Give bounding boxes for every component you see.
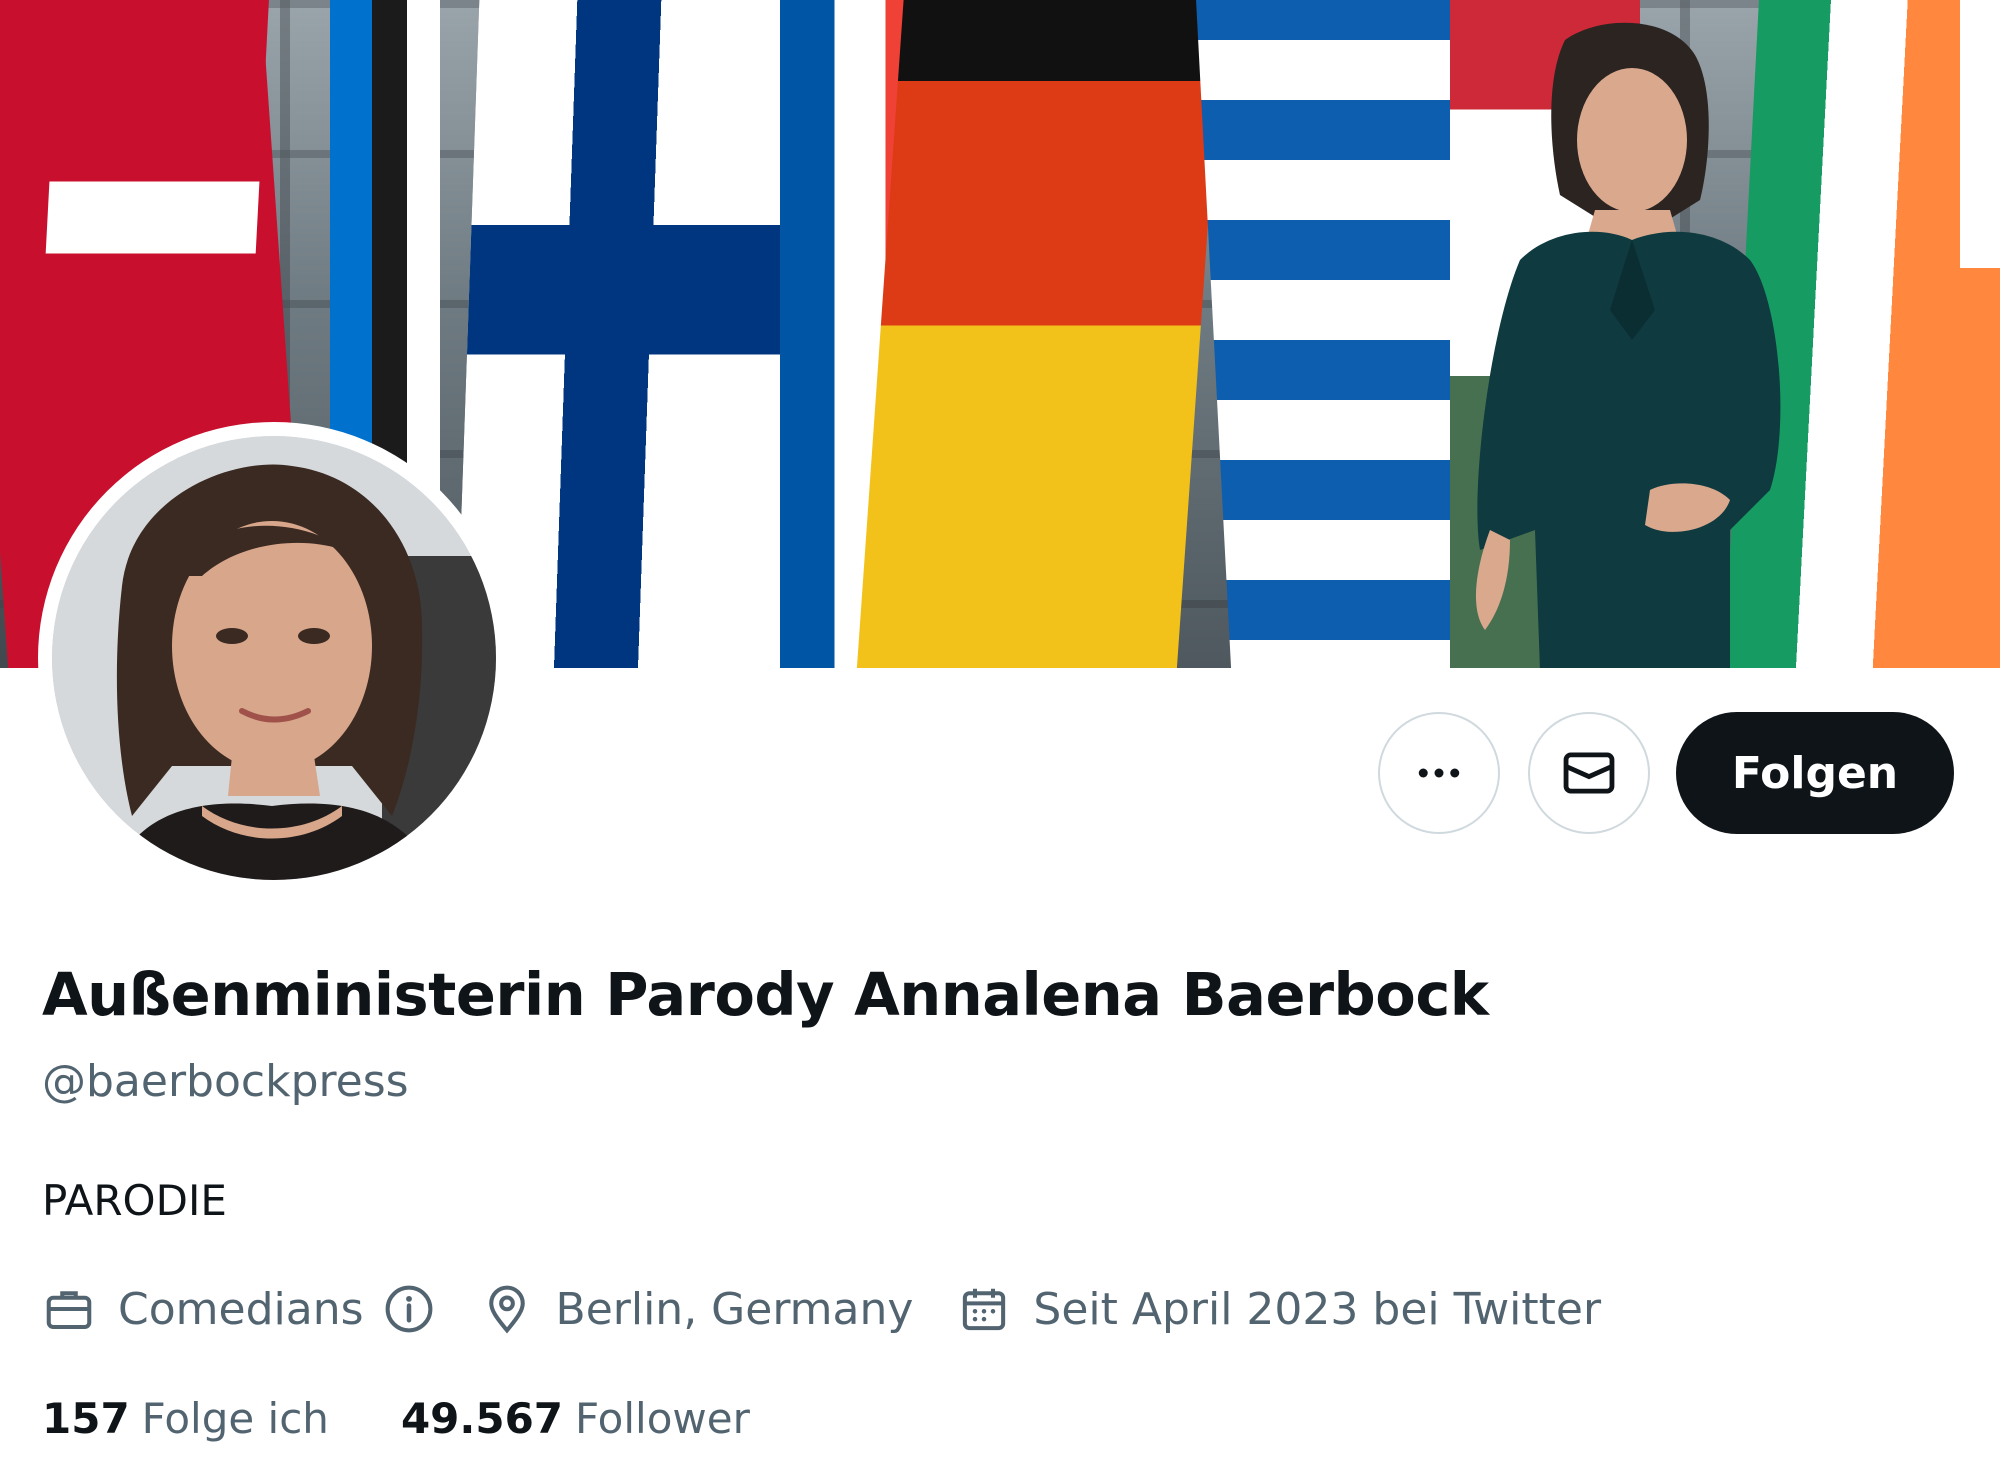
user-handle: @baerbockpress — [42, 1056, 409, 1107]
briefcase-icon — [42, 1282, 96, 1336]
flag-finland — [454, 0, 830, 668]
follow-button[interactable]: Folgen — [1676, 712, 1954, 834]
avatar-photo — [52, 436, 496, 880]
profile-category: Comedians — [42, 1282, 436, 1336]
calendar-icon — [957, 1282, 1011, 1336]
envelope-icon — [1563, 752, 1615, 794]
profile-stats: 157 Folge ich 49.567 Follower — [42, 1388, 822, 1448]
display-name: Außenministerin Parody Annalena Baerbock — [42, 960, 1489, 1029]
profile-bio: PARODIE — [42, 1176, 227, 1225]
following-count: 157 — [42, 1393, 130, 1443]
flag-ireland-2 — [1960, 0, 2000, 668]
following-link[interactable]: 157 Folge ich — [42, 1394, 329, 1443]
category-label: Comedians — [118, 1283, 364, 1335]
profile-location: Berlin, Germany — [480, 1282, 914, 1336]
followers-count: 49.567 — [400, 1393, 564, 1443]
following-label: Folge ich — [141, 1393, 329, 1443]
followers-label: Follower — [575, 1393, 750, 1443]
flag-germany — [854, 0, 1225, 668]
profile-meta: Comedians Berlin, Germany Seit April 202… — [42, 1276, 1645, 1342]
followers-link[interactable]: 49.567 Follower — [401, 1394, 750, 1443]
info-icon[interactable] — [382, 1282, 436, 1336]
profile-avatar[interactable] — [38, 422, 510, 894]
more-horizontal-icon — [1418, 768, 1460, 778]
location-pin-icon — [480, 1282, 534, 1336]
message-button[interactable] — [1528, 712, 1650, 834]
banner-person — [1475, 22, 1781, 668]
profile-joined: Seit April 2023 bei Twitter — [957, 1282, 1601, 1336]
more-button[interactable] — [1378, 712, 1500, 834]
joined-label: Seit April 2023 bei Twitter — [1033, 1283, 1602, 1335]
avatar-portrait — [52, 436, 496, 880]
location-label: Berlin, Germany — [555, 1283, 914, 1335]
